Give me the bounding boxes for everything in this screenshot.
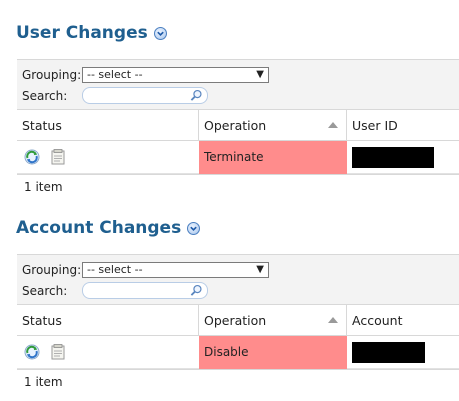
grouping-value: -- select -- xyxy=(87,68,143,81)
table-header: Status Operation Account xyxy=(17,304,459,336)
search-icon[interactable] xyxy=(190,89,203,102)
column-status[interactable]: Status xyxy=(17,305,199,335)
section-header: User Changes xyxy=(16,18,459,48)
user-changes-section: User Changes Grouping: -- select -- ▼ Se… xyxy=(16,18,459,194)
dropdown-arrow-icon: ▼ xyxy=(256,68,264,80)
refresh-icon[interactable] xyxy=(23,343,41,361)
redacted-value xyxy=(352,341,425,363)
search-label: Search: xyxy=(22,283,68,298)
sort-ascending-icon xyxy=(328,317,338,323)
filter-controls: Grouping: -- select -- ▼ Search: xyxy=(17,60,459,109)
user-changes-title: User Changes xyxy=(16,23,148,43)
column-operation[interactable]: Operation xyxy=(199,110,347,140)
search-input[interactable] xyxy=(82,282,208,299)
chevron-down-icon[interactable] xyxy=(153,26,167,40)
sort-ascending-icon xyxy=(328,122,338,128)
search-icon[interactable] xyxy=(190,284,203,297)
dropdown-arrow-icon: ▼ xyxy=(256,263,264,275)
user-changes-panel: Grouping: -- select -- ▼ Search: Status xyxy=(17,59,459,175)
item-count: 1 item xyxy=(24,180,63,194)
user-id-cell xyxy=(347,146,459,168)
item-count: 1 item xyxy=(24,375,63,389)
chevron-down-icon[interactable] xyxy=(187,221,201,235)
status-cell xyxy=(17,343,199,361)
table-row[interactable]: Disable xyxy=(17,335,459,369)
search-input[interactable] xyxy=(82,87,208,104)
filter-controls: Grouping: -- select -- ▼ Search: xyxy=(17,255,459,304)
account-cell xyxy=(347,341,459,363)
account-changes-section: Account Changes Grouping: -- select -- ▼… xyxy=(16,213,459,389)
column-account[interactable]: Account xyxy=(347,305,459,335)
operation-cell: Terminate xyxy=(199,140,347,174)
table-header: Status Operation User ID xyxy=(17,109,459,141)
table-row[interactable]: Terminate xyxy=(17,140,459,174)
search-label: Search: xyxy=(22,88,68,103)
redacted-value xyxy=(352,146,434,168)
column-operation-label: Operation xyxy=(204,117,267,133)
column-operation-label: Operation xyxy=(204,312,267,328)
section-header: Account Changes xyxy=(16,213,459,243)
grouping-select[interactable]: -- select -- ▼ xyxy=(82,261,269,278)
grouping-value: -- select -- xyxy=(87,263,143,276)
grouping-label: Grouping: xyxy=(22,262,82,277)
operation-cell: Disable xyxy=(199,335,347,369)
grouping-label: Grouping: xyxy=(22,67,82,82)
column-user-id[interactable]: User ID xyxy=(347,110,459,140)
column-status[interactable]: Status xyxy=(17,110,199,140)
refresh-icon[interactable] xyxy=(23,148,41,166)
notes-icon[interactable] xyxy=(49,148,67,166)
account-changes-panel: Grouping: -- select -- ▼ Search: Status xyxy=(17,254,459,370)
status-cell xyxy=(17,148,199,166)
column-operation[interactable]: Operation xyxy=(199,305,347,335)
notes-icon[interactable] xyxy=(49,343,67,361)
account-changes-title: Account Changes xyxy=(16,218,182,238)
grouping-select[interactable]: -- select -- ▼ xyxy=(82,66,269,83)
